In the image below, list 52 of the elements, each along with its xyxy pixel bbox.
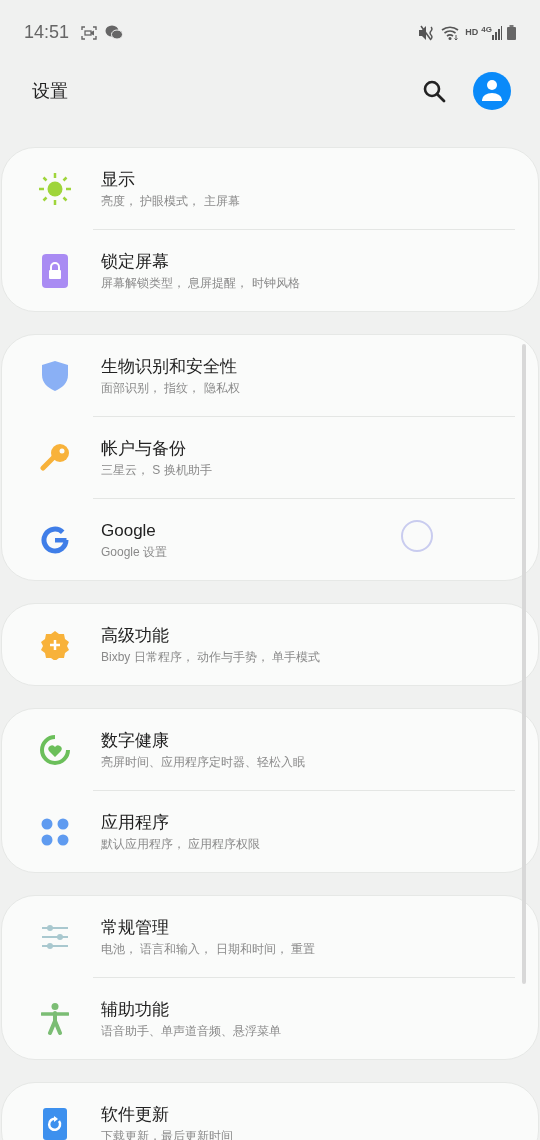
item-title: 应用程序 (101, 811, 170, 834)
battery-icon (507, 25, 516, 40)
settings-item[interactable]: 常规管理 电池， 语言和输入， 日期和时间， 重置 (2, 896, 538, 977)
search-icon[interactable] (422, 79, 446, 103)
four-dots-icon (41, 817, 69, 846)
settings-item[interactable]: Google Google 设置 (2, 499, 538, 580)
item-subtitle: 面部识别， 指纹， 隐私权 (101, 379, 240, 397)
key-icon (40, 442, 70, 473)
heart-ring-icon (39, 733, 71, 766)
item-subtitle: 亮度， 护眼模式， 主屏幕 (101, 192, 240, 210)
item-subtitle: 电池， 语言和输入， 日期和时间， 重置 (101, 940, 315, 958)
item-subtitle: 三星云， S 换机助手 (101, 461, 212, 479)
item-title: 生物识别和安全性 (101, 355, 238, 378)
clock: 14:51 (24, 21, 70, 44)
hd-label: HD (465, 25, 479, 39)
sun-icon (37, 170, 73, 207)
screen-record-icon (81, 25, 98, 40)
item-subtitle: 默认应用程序， 应用程序权限 (101, 835, 261, 853)
settings-item[interactable]: 高级功能 Bixby 日常程序， 动作与手势， 单手模式 (2, 604, 538, 685)
item-title: 帐户与备份 (101, 437, 187, 460)
settings-item[interactable]: 辅助功能 语音助手、单声道音频、悬浮菜单 (2, 978, 538, 1059)
loading-ring (401, 520, 433, 552)
google-logo-icon (41, 525, 69, 554)
item-subtitle: 屏幕解锁类型， 息屏提醒， 时钟风格 (101, 274, 300, 292)
item-subtitle: Bixby 日常程序， 动作与手势， 单手模式 (101, 648, 321, 666)
gear-plus-icon (40, 629, 70, 660)
item-subtitle: 语音助手、单声道音频、悬浮菜单 (101, 1022, 281, 1040)
network-label: 4G (481, 24, 492, 36)
item-title: 高级功能 (101, 624, 170, 647)
sliders-icon (41, 924, 69, 949)
settings-item[interactable]: 数字健康 亮屏时间、应用程序定时器、轻松入眠 (2, 709, 538, 790)
chat-icon (105, 25, 124, 40)
item-title: 数字健康 (101, 729, 170, 752)
page-title: 设置 (32, 79, 68, 103)
person-icon (41, 1002, 69, 1035)
item-title: 常规管理 (101, 916, 170, 939)
item-title: 显示 (101, 168, 136, 191)
item-subtitle: Google 设置 (101, 543, 168, 561)
item-subtitle: 亮屏时间、应用程序定时器、轻松入眠 (101, 753, 305, 771)
settings-item[interactable]: 锁定屏幕 屏幕解锁类型， 息屏提醒， 时钟风格 (2, 230, 538, 311)
item-title: 锁定屏幕 (101, 250, 170, 273)
signal-icon (492, 25, 502, 40)
item-title: 辅助功能 (101, 998, 170, 1021)
shield-icon (42, 360, 68, 391)
item-title: Google (101, 519, 157, 542)
settings-item[interactable]: 帐户与备份 三星云， S 换机助手 (2, 417, 538, 498)
settings-item[interactable]: 生物识别和安全性 面部识别， 指纹， 隐私权 (2, 335, 538, 416)
profile-icon[interactable] (473, 72, 511, 110)
item-title: 软件更新 (101, 1103, 170, 1126)
settings-item[interactable]: 应用程序 默认应用程序， 应用程序权限 (2, 791, 538, 872)
settings-item[interactable]: 显示 亮度， 护眼模式， 主屏幕 (2, 148, 538, 229)
lock-icon (42, 253, 68, 288)
